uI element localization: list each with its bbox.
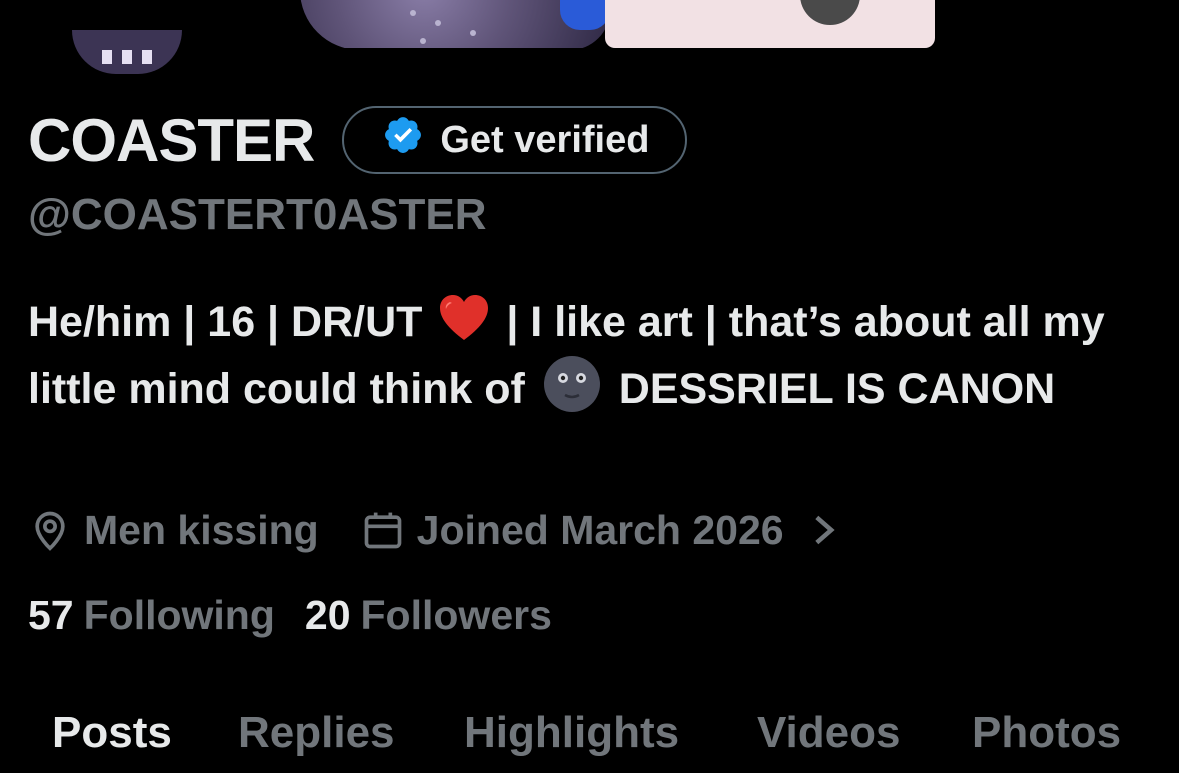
name-row: COASTER Get verified <box>28 104 688 176</box>
following-link[interactable]: 57 Following <box>28 592 275 639</box>
avatar[interactable] <box>72 30 182 74</box>
location-pin-icon <box>28 508 72 552</box>
follow-stats: 57 Following 20 Followers <box>28 592 552 639</box>
profile-meta: Men kissing Joined March 2026 <box>28 500 838 560</box>
red-heart-emoji <box>438 294 490 342</box>
profile-tabs: Posts Replies Highlights Videos Photos <box>0 700 1179 773</box>
profile-handle: @COASTERT0ASTER <box>28 190 487 239</box>
joined-text: Joined March 2026 <box>416 506 784 553</box>
banner-art-right <box>605 0 935 48</box>
profile-bio: He/him | 16 | DR/UT | I like art | that’… <box>28 290 1158 422</box>
joined-item[interactable]: Joined March 2026 <box>361 507 838 554</box>
location-item: Men kissing <box>28 507 319 554</box>
followers-label: Followers <box>360 592 552 638</box>
tab-posts[interactable]: Posts <box>52 708 172 758</box>
tab-highlights[interactable]: Highlights <box>464 708 679 758</box>
location-text: Men kissing <box>84 506 319 553</box>
tab-videos[interactable]: Videos <box>757 708 900 758</box>
banner-art-blue <box>560 0 610 30</box>
tab-photos[interactable]: Photos <box>972 708 1121 758</box>
get-verified-label: Get verified <box>440 118 650 161</box>
bio-text-3: DESSRIEL IS CANON <box>618 365 1056 413</box>
followers-link[interactable]: 20 Followers <box>305 592 552 639</box>
verified-badge-icon <box>382 114 424 166</box>
tab-replies[interactable]: Replies <box>238 708 395 758</box>
new-moon-face-emoji <box>543 355 601 413</box>
following-label: Following <box>83 592 275 638</box>
calendar-icon <box>361 508 405 552</box>
followers-count: 20 <box>304 592 351 638</box>
display-name: COASTER <box>28 106 315 174</box>
get-verified-button[interactable]: Get verified <box>342 106 688 174</box>
following-count: 57 <box>28 592 74 638</box>
chevron-right-icon <box>796 512 838 548</box>
bio-text-1: He/him | 16 | DR/UT <box>28 298 423 346</box>
